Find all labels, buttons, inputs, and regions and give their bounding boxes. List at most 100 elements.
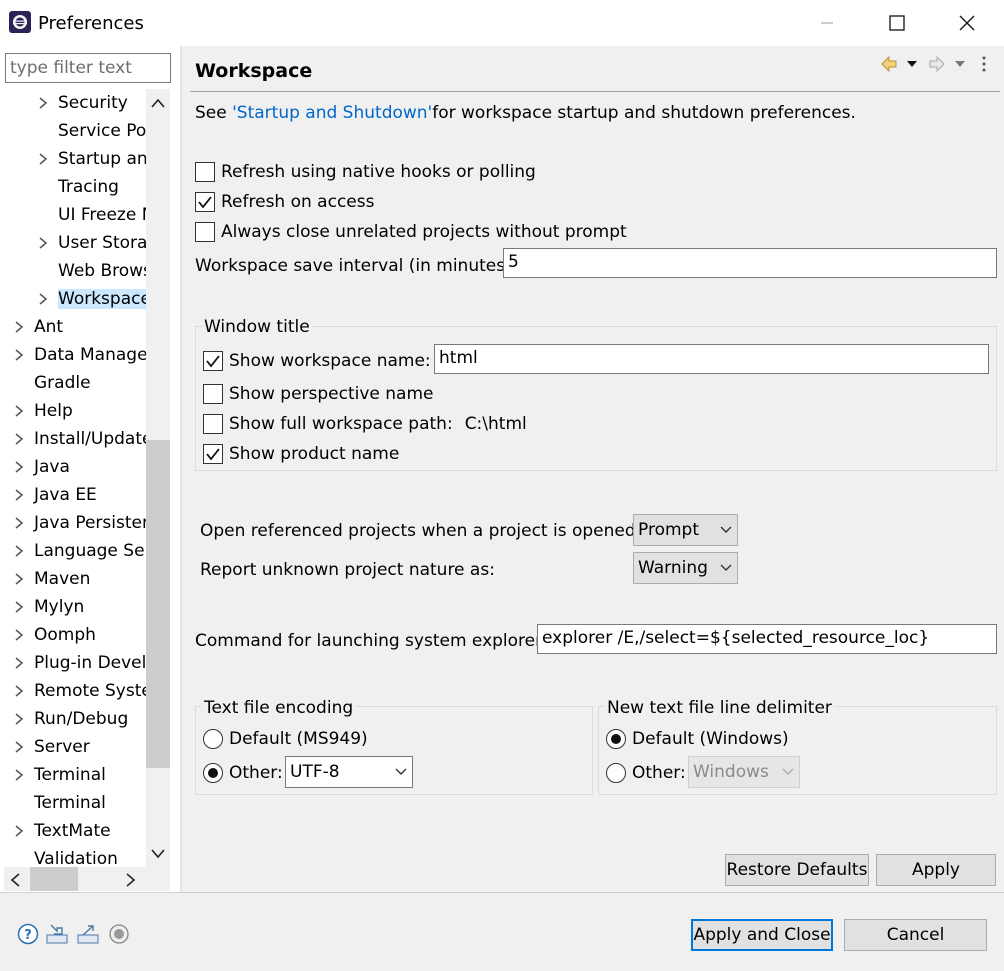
scroll-down-icon[interactable] — [150, 847, 166, 861]
show-perspective-option[interactable]: Show perspective name — [203, 381, 434, 407]
show-workspace-name-checkbox[interactable] — [203, 351, 223, 371]
tree-item[interactable]: Maven — [12, 565, 90, 593]
tree-item[interactable]: Ant — [12, 313, 63, 341]
tree-item[interactable]: Install/Update — [12, 425, 148, 453]
tree-item[interactable]: Mylyn — [12, 593, 84, 621]
chevron-right-icon[interactable] — [12, 404, 26, 418]
save-interval-input[interactable]: 5 — [503, 248, 997, 278]
tree-item[interactable]: Remote Syste — [12, 677, 148, 705]
chevron-right-icon[interactable] — [12, 684, 26, 698]
chevron-right-icon[interactable] — [12, 572, 26, 586]
tree-item[interactable]: Tracing — [36, 173, 119, 201]
forward-icon[interactable] — [929, 55, 945, 73]
tree-item[interactable]: Gradle — [12, 369, 91, 397]
report-nature-select[interactable]: Warning — [633, 552, 738, 584]
chevron-right-icon[interactable] — [12, 628, 26, 642]
refresh-access-checkbox[interactable] — [195, 192, 215, 212]
tree-vertical-scroll-thumb[interactable] — [146, 440, 170, 768]
chevron-right-icon[interactable] — [12, 320, 26, 334]
open-referenced-select[interactable]: Prompt — [633, 514, 738, 546]
delimiter-default-radio[interactable] — [606, 729, 626, 749]
cancel-button[interactable]: Cancel — [844, 919, 987, 951]
delimiter-other-option[interactable]: Other: — [606, 760, 686, 786]
refresh-access-option[interactable]: Refresh on access — [195, 189, 374, 215]
chevron-right-icon[interactable] — [12, 432, 26, 446]
encoding-default-option[interactable]: Default (MS949) — [203, 726, 368, 752]
tree-item[interactable]: Validation — [12, 845, 118, 867]
close-button[interactable] — [932, 0, 1002, 46]
chevron-right-icon[interactable] — [12, 824, 26, 838]
tree-item[interactable]: Help — [12, 397, 73, 425]
encoding-default-radio[interactable] — [203, 729, 223, 749]
tree-item[interactable]: Java — [12, 453, 70, 481]
delimiter-other-radio[interactable] — [606, 763, 626, 783]
tree-item[interactable]: Run/Debug — [12, 705, 128, 733]
tree-item[interactable]: Java EE — [12, 481, 97, 509]
always-close-checkbox[interactable] — [195, 222, 215, 242]
chevron-right-icon[interactable] — [12, 460, 26, 474]
tree-item[interactable]: Security — [36, 89, 128, 117]
tree-item[interactable]: Workspace — [36, 285, 148, 313]
filter-input[interactable] — [5, 53, 171, 83]
show-full-path-checkbox[interactable] — [203, 414, 223, 434]
forward-dropdown-icon[interactable] — [955, 61, 965, 67]
oomph-record-icon[interactable] — [108, 923, 130, 945]
encoding-select[interactable]: UTF-8 — [285, 756, 413, 788]
back-dropdown-icon[interactable] — [907, 61, 917, 67]
tree-item[interactable]: Web Brows — [36, 257, 148, 285]
delimiter-default-option[interactable]: Default (Windows) — [606, 726, 789, 752]
tree-item[interactable]: Startup and — [36, 145, 148, 173]
chevron-right-icon[interactable] — [12, 768, 26, 782]
tree-horizontal-scroll-thumb[interactable] — [30, 867, 78, 891]
chevron-right-icon[interactable] — [36, 292, 50, 306]
chevron-right-icon[interactable] — [36, 236, 50, 250]
tree-item[interactable]: User Storag — [36, 229, 148, 257]
apply-and-close-button[interactable]: Apply and Close — [691, 919, 833, 951]
chevron-right-icon[interactable] — [12, 740, 26, 754]
view-menu-icon[interactable] — [982, 56, 986, 72]
explorer-command-input[interactable]: explorer /E,/select=${selected_resource_… — [537, 624, 997, 654]
chevron-right-icon[interactable] — [12, 488, 26, 502]
chevron-right-icon[interactable] — [12, 516, 26, 530]
apply-button[interactable]: Apply — [876, 854, 996, 886]
encoding-other-radio[interactable] — [203, 763, 223, 783]
workspace-name-input[interactable]: html — [434, 344, 989, 374]
chevron-right-icon[interactable] — [12, 544, 26, 558]
maximize-button[interactable] — [862, 0, 932, 46]
tree-item[interactable]: Data Manager — [12, 341, 148, 369]
chevron-right-icon[interactable] — [12, 600, 26, 614]
show-perspective-checkbox[interactable] — [203, 384, 223, 404]
show-product-checkbox[interactable] — [203, 444, 223, 464]
tree-horizontal-scrollbar[interactable] — [4, 867, 170, 891]
restore-defaults-button[interactable]: Restore Defaults — [725, 854, 869, 886]
encoding-other-option[interactable]: Other: — [203, 760, 283, 786]
show-full-path-option[interactable]: Show full workspace path: C:\html — [203, 411, 527, 437]
tree-item[interactable]: TextMate — [12, 817, 111, 845]
show-workspace-name-option[interactable]: Show workspace name: — [203, 348, 431, 374]
tree-item[interactable]: Language Ser — [12, 537, 148, 565]
startup-shutdown-link[interactable]: 'Startup and Shutdown' — [232, 103, 432, 123]
tree-item[interactable]: UI Freeze M — [36, 201, 148, 229]
tree-item[interactable]: Plug-in Devel — [12, 649, 146, 677]
import-icon[interactable] — [46, 923, 68, 945]
refresh-native-option[interactable]: Refresh using native hooks or polling — [195, 159, 536, 185]
back-icon[interactable] — [881, 55, 897, 73]
tree-item[interactable]: Oomph — [12, 621, 96, 649]
chevron-right-icon[interactable] — [12, 712, 26, 726]
scroll-right-icon[interactable] — [124, 872, 138, 888]
chevron-right-icon[interactable] — [36, 152, 50, 166]
tree-item[interactable]: Terminal — [12, 761, 106, 789]
chevron-right-icon[interactable] — [12, 656, 26, 670]
export-icon[interactable] — [77, 923, 99, 945]
tree-item[interactable]: Service Pol — [36, 117, 148, 145]
tree-item[interactable]: Server — [12, 733, 90, 761]
show-product-option[interactable]: Show product name — [203, 441, 399, 467]
minimize-button[interactable] — [792, 0, 862, 46]
tree-item[interactable]: Java Persisten — [12, 509, 148, 537]
help-icon[interactable]: ? — [17, 923, 39, 945]
scroll-up-icon[interactable] — [150, 96, 166, 110]
chevron-right-icon[interactable] — [36, 96, 50, 110]
always-close-option[interactable]: Always close unrelated projects without … — [195, 219, 627, 245]
refresh-native-checkbox[interactable] — [195, 162, 215, 182]
tree-item[interactable]: Terminal — [12, 789, 106, 817]
